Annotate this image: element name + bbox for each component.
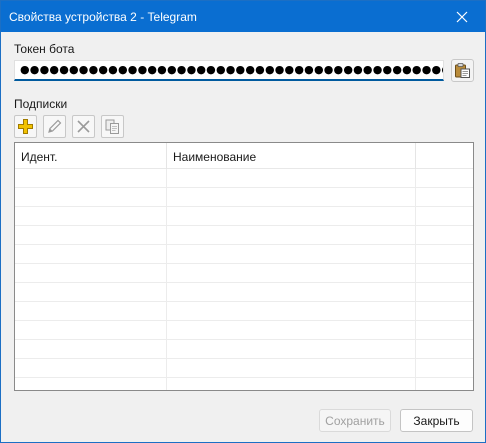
delete-subscription-button[interactable]	[72, 115, 95, 138]
column-header-name[interactable]: Наименование	[167, 143, 416, 169]
table-row[interactable]	[15, 302, 473, 321]
table-row[interactable]	[15, 245, 473, 264]
table-row[interactable]	[15, 359, 473, 378]
edit-subscription-button[interactable]	[43, 115, 66, 138]
table-row[interactable]	[15, 321, 473, 340]
table-row[interactable]	[15, 207, 473, 226]
table-row[interactable]	[15, 188, 473, 207]
add-subscription-button[interactable]	[14, 115, 37, 138]
column-header-extra[interactable]	[416, 143, 473, 169]
token-label: Токен бота	[14, 42, 75, 56]
save-button[interactable]: Сохранить	[319, 409, 391, 432]
dialog-window: Свойства устройства 2 - Telegram Токен б…	[0, 0, 486, 443]
table-row[interactable]	[15, 340, 473, 359]
plus-icon	[18, 119, 33, 134]
window-title: Свойства устройства 2 - Telegram	[9, 10, 197, 24]
column-header-id[interactable]: Идент.	[15, 143, 167, 169]
title-bar: Свойства устройства 2 - Telegram	[1, 1, 485, 32]
table-row[interactable]	[15, 264, 473, 283]
table-row[interactable]	[15, 169, 473, 188]
subscriptions-label: Подписки	[14, 97, 68, 111]
close-icon	[456, 11, 468, 22]
paste-button[interactable]	[451, 59, 474, 82]
paste-icon	[455, 63, 470, 78]
delete-icon	[77, 120, 90, 133]
copy-icon	[105, 119, 119, 134]
token-field[interactable]: ●●●●●●●●●●●●●●●●●●●●●●●●●●●●●●●●●●●●●●●●…	[14, 60, 444, 81]
copy-subscription-button[interactable]	[101, 115, 124, 138]
table-row[interactable]	[15, 226, 473, 245]
pencil-icon	[48, 119, 62, 133]
table-header: Идент. Наименование	[15, 143, 473, 169]
table-row[interactable]	[15, 283, 473, 302]
subscriptions-table[interactable]: Идент. Наименование	[14, 142, 474, 391]
close-window-button[interactable]	[439, 1, 485, 32]
close-button[interactable]: Закрыть	[400, 409, 473, 432]
